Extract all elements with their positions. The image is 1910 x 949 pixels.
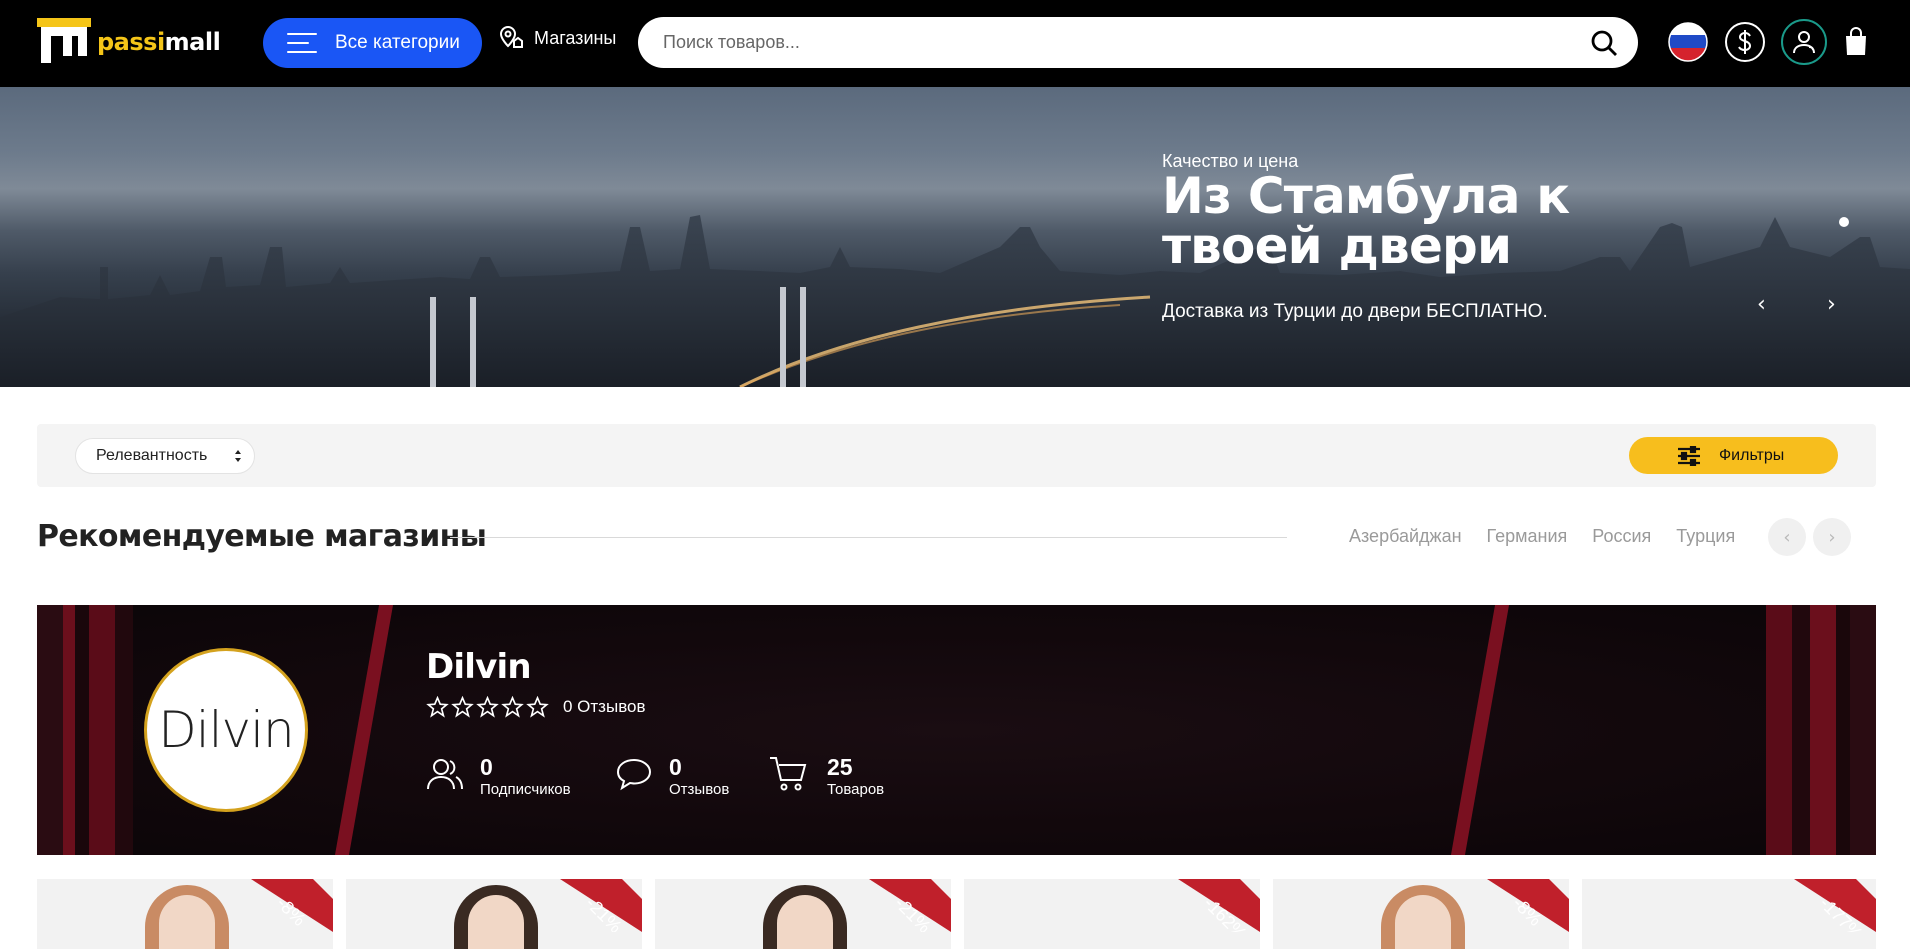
stat-products: 25 Товаров <box>769 755 884 798</box>
stores-next-button[interactable]: › <box>1813 518 1851 556</box>
sort-select-label: Релевантность <box>96 447 208 464</box>
select-arrows-icon <box>235 450 241 462</box>
section-divider <box>450 537 1287 538</box>
country-tab-germany[interactable]: Германия <box>1487 526 1568 547</box>
country-tab-turkey[interactable]: Турция <box>1676 526 1735 547</box>
filters-label: Фильтры <box>1719 446 1785 464</box>
stat-followers-value: 0 <box>480 754 493 780</box>
decor-stripe <box>115 605 133 855</box>
star-icon <box>501 696 524 718</box>
logo-text: passimall <box>97 28 221 56</box>
country-tabs: Азербайджан Германия Россия Турция <box>1349 526 1760 547</box>
decor-stripe <box>1766 605 1792 855</box>
store-location-icon <box>499 25 523 48</box>
country-tab-azerbaijan[interactable]: Азербайджан <box>1349 526 1462 547</box>
store-rating: 0 Отзывов <box>426 696 646 718</box>
carousel-dot[interactable] <box>1839 217 1849 227</box>
store-logo-text: Dilvin <box>158 701 294 759</box>
product-image <box>1381 885 1465 949</box>
star-icon <box>476 696 499 718</box>
site-logo[interactable]: passimall <box>37 18 221 66</box>
decor-stripe <box>37 605 63 855</box>
language-flag-icon[interactable] <box>1668 22 1708 62</box>
discount-badge: -8% <box>1487 879 1569 932</box>
decor-stripe <box>1850 605 1876 855</box>
discount-badge: -177% <box>1794 879 1876 932</box>
decor-stripe <box>1450 605 1510 855</box>
sliders-icon <box>1678 445 1700 466</box>
stat-followers-label: Подписчиков <box>480 781 571 798</box>
discount-badge: -21% <box>560 879 642 932</box>
discount-badge: -162% <box>1178 879 1260 932</box>
star-icon <box>526 696 549 718</box>
decor-stripe <box>1810 605 1836 855</box>
search-input[interactable] <box>663 17 1590 68</box>
all-categories-button[interactable]: Все категории <box>263 18 482 68</box>
top-header: passimall Все категории Магазины <box>0 0 1910 87</box>
stores-prev-button[interactable]: ‹ <box>1768 518 1806 556</box>
decor-stripe <box>1792 605 1810 855</box>
store-card[interactable]: Dilvin Dilvin 0 Отзывов 0 Подписчиков 0 … <box>37 605 1876 855</box>
reviews-count: 0 Отзывов <box>563 697 646 716</box>
user-account-icon[interactable] <box>1781 19 1827 65</box>
stat-reviews: 0 Отзывов <box>615 755 729 798</box>
stat-reviews-value: 0 <box>669 754 682 780</box>
discount-badge: -8% <box>251 879 333 932</box>
section-title: Рекомендуемые магазины <box>37 519 487 554</box>
hero-prev-arrow-icon[interactable]: ‹ <box>1757 292 1766 317</box>
shopping-bag-icon[interactable] <box>1836 22 1876 62</box>
hero-next-arrow-icon[interactable]: › <box>1827 292 1836 317</box>
store-logo[interactable]: Dilvin <box>144 648 308 812</box>
sort-select[interactable]: Релевантность <box>75 438 255 474</box>
logo-mark-icon <box>37 18 91 66</box>
stat-reviews-label: Отзывов <box>669 781 730 798</box>
stores-link[interactable]: Магазины <box>498 25 616 51</box>
stat-products-label: Товаров <box>827 781 885 798</box>
chat-bubble-icon <box>616 758 652 791</box>
search-bar <box>638 17 1638 68</box>
product-image <box>454 885 538 949</box>
decor-stripe <box>1836 605 1850 855</box>
decor-stripe <box>334 605 394 855</box>
logo-text-part1: passi <box>97 28 165 56</box>
search-icon[interactable] <box>1590 29 1618 57</box>
stat-followers: 0 Подписчиков <box>426 755 571 798</box>
users-icon <box>427 759 463 790</box>
stores-label: Магазины <box>534 27 617 48</box>
product-image <box>763 885 847 949</box>
decor-stripe <box>63 605 75 855</box>
hero-description: Доставка из Турции до двери БЕСПЛАТНО. <box>1162 301 1548 322</box>
stat-products-value: 25 <box>827 754 853 780</box>
logo-text-part2: mall <box>164 28 221 56</box>
filter-bar: Релевантность Фильтры <box>37 424 1876 487</box>
currency-dollar-icon[interactable] <box>1725 22 1765 62</box>
product-image <box>145 885 229 949</box>
country-tab-russia[interactable]: Россия <box>1592 526 1651 547</box>
star-icon <box>451 696 474 718</box>
star-icon <box>426 696 449 718</box>
menu-icon <box>287 33 317 53</box>
all-categories-label: Все категории <box>335 32 460 53</box>
discount-badge: -21% <box>869 879 951 932</box>
hero-title: Из Стамбула к твоей двери <box>1162 167 1570 275</box>
store-name[interactable]: Dilvin <box>426 647 532 687</box>
decor-stripe <box>75 605 89 855</box>
cart-icon <box>770 757 807 791</box>
filters-button[interactable]: Фильтры <box>1629 437 1838 474</box>
decor-stripe <box>89 605 115 855</box>
hero-banner[interactable]: Качество и цена Из Стамбула к твоей двер… <box>0 87 1910 387</box>
